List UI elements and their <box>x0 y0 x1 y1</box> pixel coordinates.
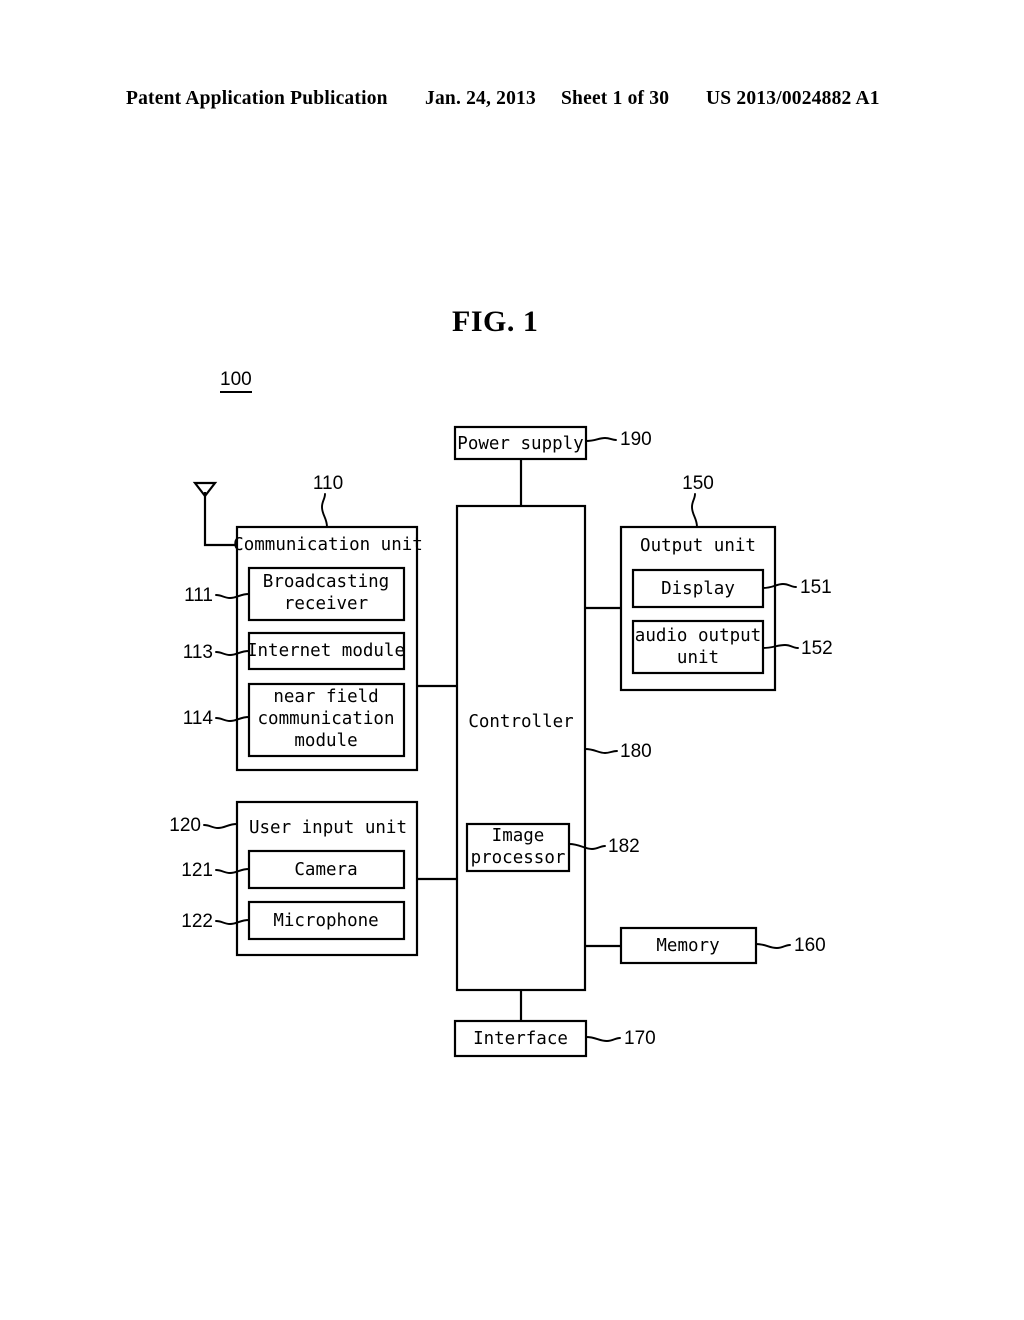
ref-111: 111 <box>184 585 213 606</box>
ref-151: 151 <box>800 577 832 598</box>
near-field-module-label-line2: communication <box>258 709 395 729</box>
audio-output-unit-label-line1: audio output <box>635 626 761 646</box>
image-processor-label-line2: processor <box>471 848 566 868</box>
output-unit-label: Output unit <box>640 536 756 556</box>
ref-114: 114 <box>183 708 214 729</box>
ref-182: 182 <box>608 836 640 857</box>
communication-unit-label: Communication unit <box>233 535 423 555</box>
leader-160 <box>755 943 791 949</box>
ref-150: 150 <box>682 473 714 494</box>
leader-120 <box>203 823 238 829</box>
user-input-unit-label: User input unit <box>249 818 407 838</box>
ref-120: 120 <box>169 815 201 836</box>
patent-sheet: Patent Application Publication Jan. 24, … <box>0 0 1024 1320</box>
broadcasting-receiver-label-line1: Broadcasting <box>263 572 389 592</box>
leader-190 <box>585 437 617 442</box>
ref-110: 110 <box>313 473 343 494</box>
controller-label: Controller <box>468 712 573 732</box>
image-processor-label-line1: Image <box>492 826 545 846</box>
ref-190: 190 <box>620 429 652 450</box>
ref-152: 152 <box>801 638 833 659</box>
leader-150 <box>691 493 698 528</box>
ref-121: 121 <box>181 860 213 881</box>
near-field-module-label-line1: near field <box>273 687 378 707</box>
power-supply-label: Power supply <box>457 434 583 454</box>
internet-module-label: Internet module <box>247 641 405 661</box>
leader-170 <box>585 1036 621 1042</box>
interface-label: Interface <box>473 1029 568 1049</box>
memory-label: Memory <box>656 936 719 956</box>
controller-block <box>455 504 587 992</box>
block-diagram: Power supply 190 Controller 180 Image pr… <box>169 425 833 1058</box>
audio-output-unit-label-line2: unit <box>677 648 719 668</box>
ref-160: 160 <box>794 935 826 956</box>
leader-180 <box>584 748 618 754</box>
broadcasting-receiver-label-line2: receiver <box>284 594 368 614</box>
display-label: Display <box>661 579 735 599</box>
leader-110 <box>321 493 328 528</box>
ref-122: 122 <box>181 911 213 932</box>
microphone-label: Microphone <box>273 911 378 931</box>
ref-113: 113 <box>183 642 213 663</box>
camera-label: Camera <box>294 860 357 880</box>
ref-170: 170 <box>624 1028 656 1049</box>
near-field-module-label-line3: module <box>294 731 357 751</box>
ref-180: 180 <box>620 741 652 762</box>
